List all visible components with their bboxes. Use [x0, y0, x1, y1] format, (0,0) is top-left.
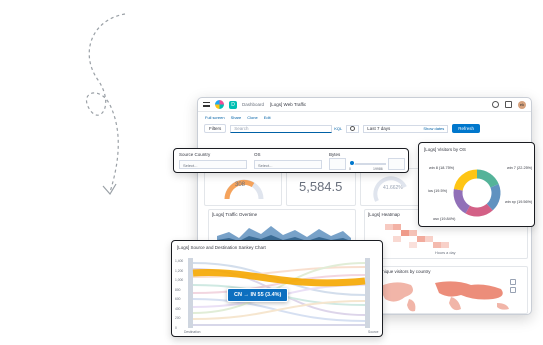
map-zoom-out-icon[interactable]	[510, 287, 516, 293]
os-slice-label: osx (19.84%)	[433, 217, 456, 221]
search-input[interactable]: Search	[230, 124, 333, 133]
os-donut-slice[interactable]	[465, 203, 493, 217]
menu-share[interactable]: Share	[231, 115, 242, 120]
top-navigation-bar: D Dashboard [Logs] Web Traffic ek	[198, 98, 531, 112]
os-slice-label: win 7 (22.25%)	[507, 166, 533, 170]
clock-icon	[350, 126, 356, 131]
source-country-select[interactable]: Select...	[179, 160, 247, 169]
menu-full-screen[interactable]: Full screen	[205, 115, 225, 120]
bytes-slider-track[interactable]	[350, 163, 386, 165]
heatmap-axis-label: Hours a day	[435, 251, 456, 255]
world-map	[379, 281, 509, 312]
visitors-by-os-panel: [Logs] Visitors by OS win 8 (18.75%) ios…	[418, 142, 535, 227]
show-dates-link[interactable]: Show dates	[423, 126, 444, 131]
gauge-value: 308	[235, 182, 246, 188]
dashboard-menu: Full screen Share Clone Edit	[198, 112, 531, 122]
menu-clone[interactable]: Clone	[247, 115, 257, 120]
space-badge[interactable]: D	[229, 100, 237, 109]
filters-button[interactable]: Filters	[204, 124, 227, 133]
gauge-panel: 308	[204, 168, 282, 206]
bytes-slider-handle[interactable]	[349, 160, 355, 166]
help-icon[interactable]	[492, 101, 499, 108]
metric-value: 5,584.5	[299, 179, 343, 194]
sankey-right-axis-label: Source	[368, 330, 379, 334]
os-filter-label: OS	[254, 152, 261, 157]
breadcrumb-current: [Logs] Web Traffic	[270, 102, 307, 107]
os-chart-title: [Logs] Visitors by OS	[424, 147, 466, 152]
os-donut-slice[interactable]	[453, 188, 471, 214]
sankey-left-axis-label: Destination	[184, 330, 201, 334]
percent-panel: 41.662%	[360, 168, 420, 206]
refresh-button[interactable]: Refresh	[452, 124, 481, 133]
bytes-min-tick: 0	[349, 167, 351, 171]
breadcrumb: Dashboard [Logs] Web Traffic	[242, 102, 306, 107]
bytes-label: Bytes	[329, 152, 341, 157]
query-bar: Filters Search KQL Last 7 days Show date…	[198, 122, 531, 135]
sankey-title: [Logs] Source and Destination Sankey Cha…	[177, 245, 266, 250]
os-select[interactable]: Select...	[254, 160, 322, 169]
os-slice-label: win 8 (18.75%)	[429, 166, 455, 170]
mail-icon[interactable]	[505, 101, 512, 108]
breadcrumb-dashboard[interactable]: Dashboard	[242, 102, 264, 107]
gauge-chart	[224, 179, 264, 200]
controls-panel: Source Country Select... OS Select... By…	[173, 148, 409, 173]
sankey-destination-bar	[188, 258, 193, 328]
kql-toggle[interactable]: KQL	[334, 126, 342, 131]
date-picker-button[interactable]	[346, 124, 360, 133]
header-actions: ek	[492, 100, 526, 109]
os-donut-slice[interactable]	[486, 184, 501, 211]
map-zoom-in-icon[interactable]	[510, 279, 516, 285]
os-slice-label: ios (19.5%)	[428, 189, 448, 193]
date-range-field[interactable]: Last 7 days Show dates	[363, 124, 449, 133]
promo-stage: D Dashboard [Logs] Web Traffic ek Full s…	[0, 0, 543, 345]
source-country-label: Source Country	[179, 152, 211, 157]
bytes-max-tick: 19986	[373, 167, 383, 171]
metric-panel: 5,584.5	[286, 168, 356, 206]
bytes-min-input[interactable]	[329, 158, 346, 170]
bytes-max-input[interactable]	[388, 158, 405, 170]
menu-icon[interactable]	[203, 102, 210, 107]
date-range-value: Last 7 days	[367, 126, 391, 131]
refresh-label: Refresh	[458, 126, 475, 131]
os-slice-label: win xp (19.56%)	[505, 200, 533, 204]
app-logo-icon[interactable]	[215, 100, 224, 109]
percent-value: 41.662%	[383, 185, 403, 191]
os-donut-slice[interactable]	[453, 169, 478, 191]
menu-edit[interactable]: Edit	[264, 115, 271, 120]
decorative-arrow-icon	[85, 13, 126, 196]
avatar[interactable]: ek	[518, 100, 526, 109]
sankey-tooltip: CN → IN 55 (3.4%)	[227, 288, 289, 302]
sankey-panel: [Logs] Source and Destination Sankey Cha…	[171, 240, 383, 337]
sankey-source-bar	[365, 258, 370, 328]
map-panel: Unique visitors by country	[364, 266, 528, 314]
os-donut-slice[interactable]	[476, 169, 499, 188]
sankey-highlighted-flow[interactable]	[192, 268, 366, 287]
